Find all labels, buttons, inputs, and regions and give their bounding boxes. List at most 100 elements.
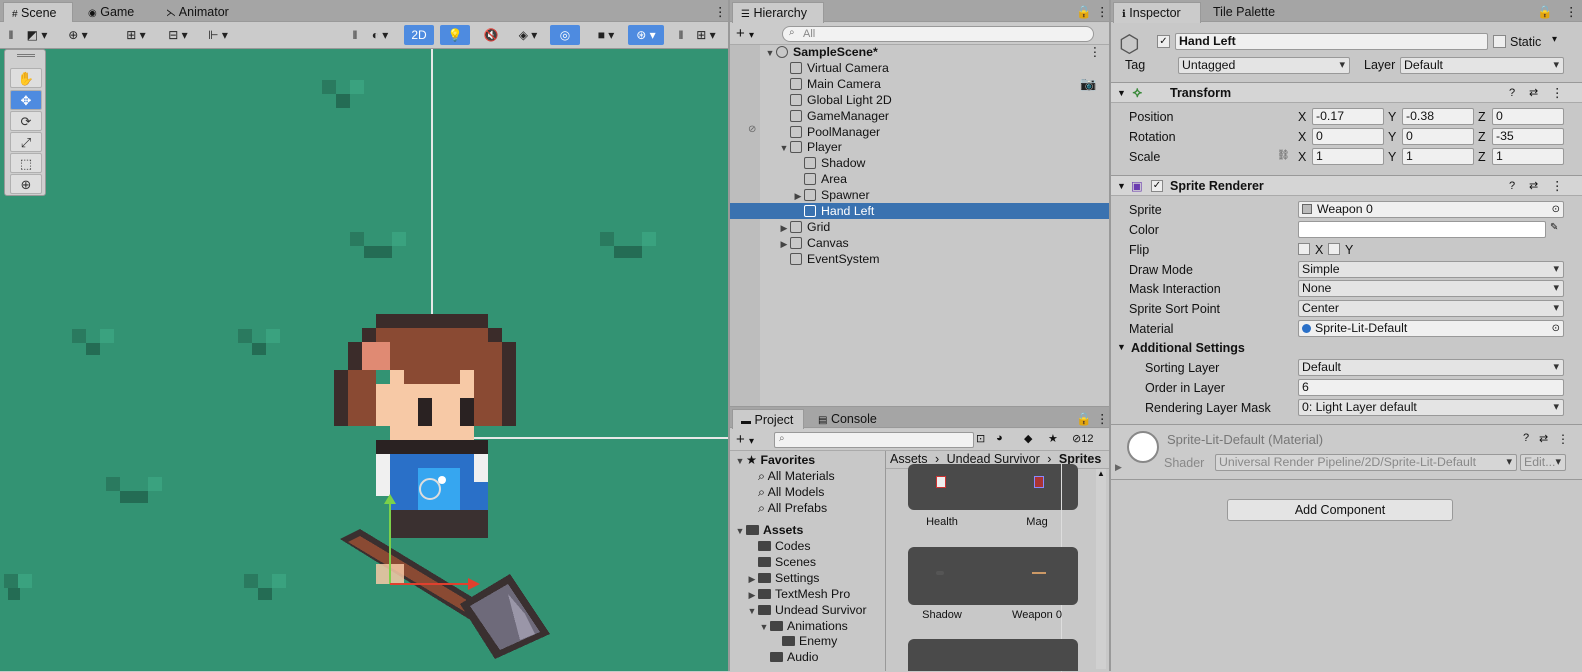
scene-view[interactable]: ✋ ✥ ⟳ ⤢ ⬚ ⊕ xyxy=(0,49,728,671)
gameobject-cube-icon[interactable]: ⬡ xyxy=(1119,30,1145,60)
asset-health[interactable]: Health xyxy=(912,516,972,528)
shader-dropdown[interactable]: Universal Render Pipeline/2D/Sprite-Lit-… xyxy=(1215,454,1517,471)
hierarchy-item[interactable]: ▼ Player xyxy=(730,139,1109,155)
transform-tool-icon[interactable]: ⊕ xyxy=(10,174,42,194)
global-toggle-dropdown[interactable]: ⊕ ▾ xyxy=(60,25,96,45)
help-icon[interactable]: ? xyxy=(1509,83,1515,103)
asset-weapon-0[interactable]: Weapon 0 xyxy=(1007,609,1067,621)
lighting-toggle-icon[interactable]: 💡 xyxy=(440,25,470,45)
project-tree-item[interactable]: ▼ Assets xyxy=(734,522,804,539)
shader-edit-button[interactable]: Edit... xyxy=(1520,454,1566,471)
visibility-toggle-icon[interactable]: ◎ xyxy=(550,25,580,45)
create-add-button[interactable]: + ▾ xyxy=(736,25,754,45)
hierarchy-item[interactable]: Global Light 2D xyxy=(730,92,1109,108)
rotation-z-field[interactable]: -35 xyxy=(1492,128,1564,145)
presets-icon[interactable]: ⇄ xyxy=(1539,432,1548,445)
hierarchy-item[interactable]: ▶ Grid xyxy=(730,219,1109,235)
align-dropdown[interactable]: ⊩ ▾ xyxy=(200,25,236,45)
component-menu-icon[interactable]: ⋮ xyxy=(1557,432,1569,446)
component-menu-icon[interactable]: ⋮ xyxy=(1551,83,1564,103)
position-z-axis-label[interactable]: Z xyxy=(1478,110,1486,124)
static-checkbox[interactable] xyxy=(1493,35,1506,48)
rotation-z-axis-label[interactable]: Z xyxy=(1478,130,1486,144)
position-x-field[interactable]: -0.17 xyxy=(1312,108,1384,125)
move-tool-icon[interactable]: ✥ xyxy=(10,90,42,110)
expand-arrow-icon[interactable]: ▼ xyxy=(734,523,746,539)
hierarchy-item[interactable]: ▶ Canvas xyxy=(730,235,1109,251)
grid-snap-dropdown[interactable]: ⊞ ▾ xyxy=(118,25,154,45)
expand-arrow-icon[interactable]: ▼ xyxy=(746,603,758,619)
sprite-renderer-enabled-checkbox[interactable]: ✓ xyxy=(1151,180,1163,192)
audio-toggle-icon[interactable]: 🔇 xyxy=(476,25,506,45)
rotation-x-axis-label[interactable]: X xyxy=(1298,130,1306,144)
material-foldout-arrow-icon[interactable]: ▶ xyxy=(1115,462,1122,473)
rotation-y-axis-label[interactable]: Y xyxy=(1388,130,1396,144)
position-z-field[interactable]: 0 xyxy=(1492,108,1564,125)
flip-x-checkbox[interactable] xyxy=(1298,243,1310,255)
hidden-packages-icon[interactable]: ⊘12 xyxy=(1072,432,1093,445)
tab-scene[interactable]: # Scene xyxy=(3,2,73,23)
hierarchy-item[interactable]: Main Camera xyxy=(730,76,1109,92)
inspector-lock-icon[interactable]: 🔒 xyxy=(1529,2,1561,23)
draw-mode-dropdown[interactable]: Simple xyxy=(1298,261,1564,278)
hierarchy-item[interactable]: ▶ Spawner xyxy=(730,187,1109,203)
camera-dropdown[interactable]: ■ ▾ xyxy=(588,25,624,45)
sorting-layer-dropdown[interactable]: Default xyxy=(1298,359,1564,376)
tab-animator[interactable]: ⋋ Animator xyxy=(158,2,237,23)
project-tree-item[interactable]: ▼ ★ Favorites xyxy=(734,452,816,469)
scale-z-field[interactable]: 1 xyxy=(1492,148,1564,165)
project-create-button[interactable]: + ▾ xyxy=(736,431,754,451)
expand-arrow-icon[interactable]: ▶ xyxy=(792,188,804,204)
order-in-layer-field[interactable]: 6 xyxy=(1298,379,1564,396)
tab-game[interactable]: ◉ Game xyxy=(80,2,142,23)
hierarchy-item[interactable]: GameManager xyxy=(730,108,1109,124)
hierarchy-item[interactable]: EventSystem xyxy=(730,251,1109,267)
sprite-renderer-header[interactable]: ▼ ▣ ✓ Sprite Renderer ? ⇄ ⋮ xyxy=(1111,175,1582,196)
rect-tool-icon[interactable]: ⬚ xyxy=(10,153,42,173)
increment-snap-dropdown[interactable]: ⊟ ▾ xyxy=(160,25,196,45)
scale-y-field[interactable]: 1 xyxy=(1402,148,1474,165)
material-picker-icon[interactable]: ⊙ xyxy=(1552,321,1560,336)
sprite-sort-point-dropdown[interactable]: Center xyxy=(1298,300,1564,317)
scene-menu-icon[interactable]: ⋮ xyxy=(1089,44,1101,60)
scale-x-field[interactable]: 1 xyxy=(1312,148,1384,165)
constrain-proportions-icon[interactable]: ⛓ xyxy=(1277,150,1290,161)
expand-arrow-icon[interactable]: ▼ xyxy=(778,140,790,156)
hand-tool-icon[interactable]: ✋ xyxy=(10,68,42,88)
static-dropdown-icon[interactable]: ▾ xyxy=(1552,34,1557,45)
add-component-button[interactable]: Add Component xyxy=(1227,499,1453,521)
asset-mag[interactable]: Mag xyxy=(1007,516,1067,528)
hierarchy-item[interactable]: Area xyxy=(730,171,1109,187)
expand-arrow-icon[interactable]: ▶ xyxy=(778,236,790,252)
project-tree-item[interactable]: ⌕ All Materials xyxy=(746,468,835,484)
project-tree-item[interactable]: ⌕ All Models xyxy=(746,484,824,500)
expand-arrow-icon[interactable]: ▼ xyxy=(758,619,770,635)
mask-interaction-dropdown[interactable]: None xyxy=(1298,280,1564,297)
material-object-field[interactable]: Sprite-Lit-Default ⊙ xyxy=(1298,320,1564,337)
scene-visibility-hidden-icon[interactable]: ⊘ xyxy=(748,124,756,135)
asset-shadow[interactable]: Shadow xyxy=(912,609,972,621)
expand-arrow-icon[interactable]: ▼ xyxy=(734,453,746,469)
scale-y-axis-label[interactable]: Y xyxy=(1388,150,1396,164)
project-tree-item[interactable]: ▼ Animations xyxy=(758,618,848,634)
rotation-y-field[interactable]: 0 xyxy=(1402,128,1474,145)
shading-mode-dropdown[interactable]: ◐ ▾ xyxy=(362,25,398,45)
project-tree-item[interactable]: ⌕ All Prefabs xyxy=(746,500,827,516)
hierarchy-item[interactable]: Hand Left xyxy=(730,203,1109,219)
flip-y-checkbox[interactable] xyxy=(1328,243,1340,255)
project-tree-item[interactable]: Audio xyxy=(758,649,818,665)
foldout-arrow-icon[interactable]: ▼ xyxy=(1117,83,1126,103)
draw-mode-dropdown[interactable]: ◩ ▾ xyxy=(20,25,54,45)
component-menu-icon[interactable]: ⋮ xyxy=(1551,176,1564,196)
scale-x-axis-label[interactable]: X xyxy=(1298,150,1306,164)
project-search-input[interactable]: ⌕ xyxy=(774,432,974,448)
hierarchy-item[interactable]: ▼ SampleScene* ⋮ xyxy=(730,44,1109,60)
color-field[interactable] xyxy=(1298,221,1546,238)
position-y-field[interactable]: -0.38 xyxy=(1402,108,1474,125)
help-icon[interactable]: ? xyxy=(1523,432,1529,444)
layer-dropdown[interactable]: Default xyxy=(1400,57,1564,74)
object-name-field[interactable]: Hand Left xyxy=(1175,33,1488,50)
project-tree-item[interactable]: Scenes xyxy=(746,554,816,570)
active-checkbox[interactable]: ✓ xyxy=(1157,35,1170,48)
gizmos-dropdown[interactable]: ⊞ ▾ xyxy=(688,25,724,45)
